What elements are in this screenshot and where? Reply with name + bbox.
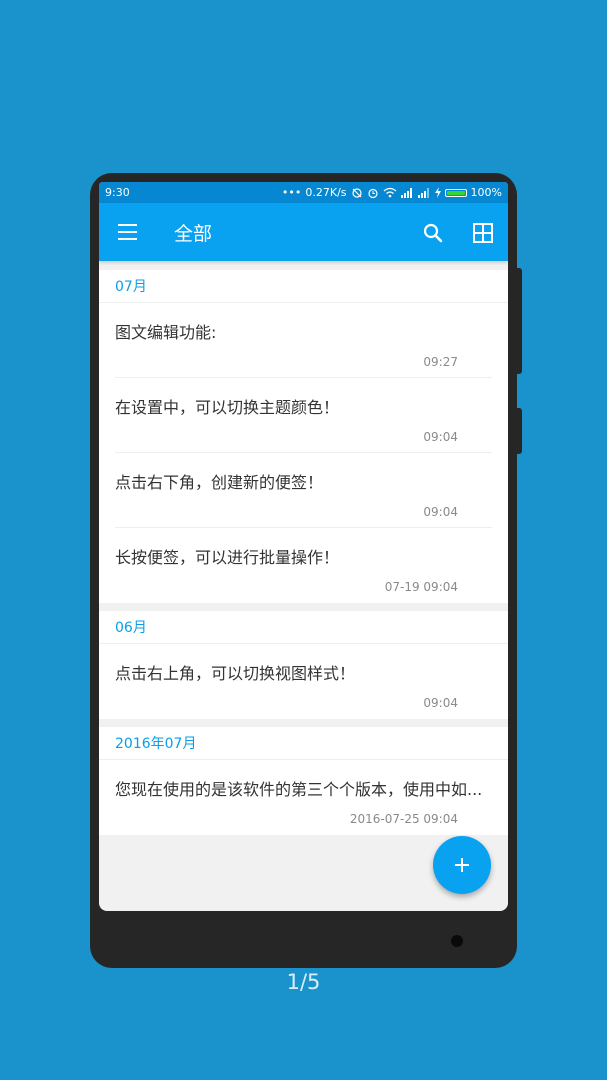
note-time: 09:04 — [423, 505, 458, 519]
section-header: 06月 — [99, 611, 508, 644]
section-july: 07月 图文编辑功能: 09:27 在设置中，可以切换主题颜色！ 09:04 点… — [99, 270, 508, 603]
alarm-icon — [367, 188, 378, 198]
status-time: 9:30 — [105, 186, 130, 199]
section-header: 07月 — [99, 270, 508, 303]
signal-icon — [400, 187, 412, 198]
note-text: 点击右下角，创建新的便签！ — [115, 473, 324, 492]
page-title: 全部 — [174, 223, 213, 245]
list-item[interactable]: 您现在使用的是该软件的第三个个版本，使用中如... 2016-07-25 09:… — [115, 760, 492, 835]
phone-screen: 9:30 ••• 0.27K/s 100% 全部 07月 图文编辑功能: 09:… — [99, 182, 508, 911]
list-item[interactable]: 点击右上角，可以切换视图样式！ 09:04 — [115, 644, 492, 719]
section-header: 2016年07月 — [99, 727, 508, 760]
notes-list: 07月 图文编辑功能: 09:27 在设置中，可以切换主题颜色！ 09:04 点… — [99, 270, 508, 843]
list-item[interactable]: 图文编辑功能: 09:27 — [115, 303, 492, 378]
list-item[interactable]: 点击右下角，创建新的便签！ 09:04 — [115, 453, 492, 528]
note-time: 2016-07-25 09:04 — [349, 812, 458, 826]
note-time: 09:04 — [423, 430, 458, 444]
network-speed: 0.27K/s — [305, 186, 347, 199]
signal-icon-2 — [417, 187, 429, 198]
plus-icon-vertical — [461, 858, 463, 872]
note-text: 点击右上角，可以切换视图样式！ — [115, 664, 356, 683]
note-time: 09:27 — [423, 355, 458, 369]
volume-button — [517, 268, 522, 374]
list-item[interactable]: 在设置中，可以切换主题颜色！ 09:04 — [115, 378, 492, 453]
note-time: 09:04 — [423, 696, 458, 710]
status-bar: 9:30 ••• 0.27K/s 100% — [99, 182, 508, 203]
menu-icon[interactable] — [118, 224, 137, 240]
battery-icon — [444, 188, 467, 197]
note-text: 图文编辑功能: — [115, 323, 217, 342]
search-icon[interactable] — [422, 222, 444, 244]
wifi-icon — [383, 187, 396, 198]
note-time: 07-19 09:04 — [384, 580, 458, 594]
sync-icon — [351, 187, 362, 198]
charging-icon — [434, 187, 441, 198]
section-2016-july: 2016年07月 您现在使用的是该软件的第三个个版本，使用中如... 2016-… — [99, 727, 508, 835]
grid-view-icon[interactable] — [472, 222, 494, 244]
more-dots: ••• — [281, 186, 302, 199]
battery-percent: 100% — [470, 186, 502, 199]
section-june: 06月 点击右上角，可以切换视图样式！ 09:04 — [99, 611, 508, 719]
note-text: 您现在使用的是该软件的第三个个版本，使用中如... — [115, 780, 483, 799]
add-note-button[interactable] — [433, 836, 491, 894]
page-indicator: 1/5 — [286, 970, 321, 994]
note-text: 长按便签，可以进行批量操作！ — [115, 548, 340, 567]
camera-dot — [451, 935, 463, 947]
app-bar: 全部 — [99, 203, 508, 261]
power-button — [517, 408, 522, 454]
list-item[interactable]: 长按便签，可以进行批量操作！ 07-19 09:04 — [115, 528, 492, 603]
note-text: 在设置中，可以切换主题颜色！ — [115, 398, 340, 417]
